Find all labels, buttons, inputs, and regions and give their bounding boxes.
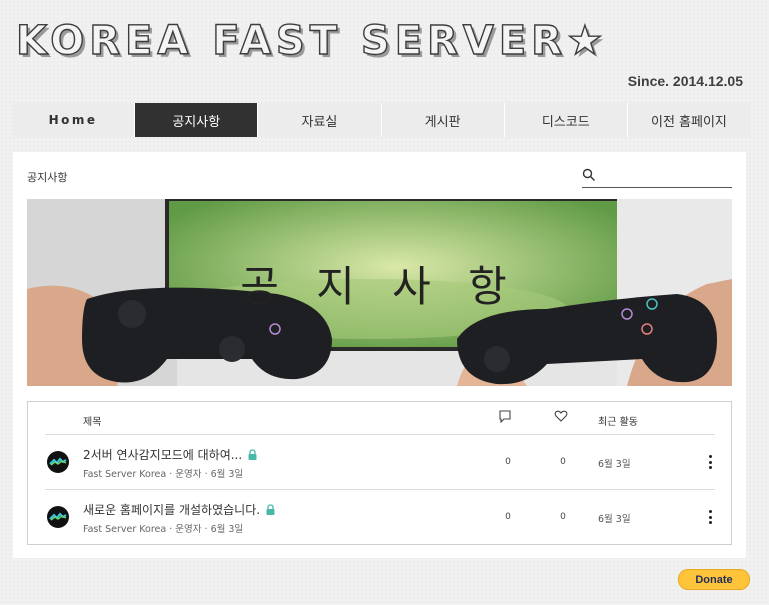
comment-icon [499, 410, 511, 423]
lock-icon [248, 449, 257, 460]
banner-image: 공 지 사 항 [27, 199, 732, 386]
site-title: KOREA FAST SERVER★ [15, 17, 608, 64]
more-options-icon[interactable] [705, 455, 715, 469]
last-activity: 6월 3일 [598, 459, 631, 470]
nav-home[interactable]: Home [12, 103, 136, 137]
post-author[interactable]: Fast Server Korea [83, 469, 166, 480]
lock-icon [266, 504, 275, 515]
comment-count: 0 [505, 457, 511, 467]
post-meta: Fast Server Korea · 운영자 · 6월 3일 [83, 524, 244, 535]
heart-icon [554, 410, 568, 422]
nav-notice[interactable]: 공지사항 [135, 103, 259, 137]
post-role: 운영자 [175, 524, 202, 535]
search-input[interactable] [602, 165, 734, 187]
nav-board[interactable]: 게시판 [382, 103, 505, 137]
donate-button[interactable]: Donate [678, 569, 750, 590]
post-title[interactable]: 새로운 홈페이지를 개설하였습니다. [83, 501, 275, 518]
banner-title: 공 지 사 항 [240, 262, 519, 311]
post-meta: Fast Server Korea · 운영자 · 6월 3일 [83, 469, 244, 480]
post-role: 운영자 [175, 469, 202, 480]
like-count: 0 [560, 457, 566, 467]
comment-count: 0 [505, 512, 511, 522]
breadcrumb[interactable]: 공지사항 [27, 169, 67, 185]
table-row[interactable]: 2서버 연사감지모드에 대하여... Fast Server Korea · 운… [45, 434, 715, 489]
like-count: 0 [560, 512, 566, 522]
post-author[interactable]: Fast Server Korea [83, 524, 166, 535]
post-title[interactable]: 2서버 연사감지모드에 대하여... [83, 446, 257, 463]
content-panel: 공지사항 공 지 사 항 제목 최근 활동 2서버 연사감지모드에 대하여...… [13, 152, 746, 558]
post-date: 6월 3일 [210, 524, 244, 535]
last-activity: 6월 3일 [598, 514, 631, 525]
posts-table: 제목 최근 활동 2서버 연사감지모드에 대하여... Fast Server … [27, 401, 732, 545]
since-date: Since. 2014.12.05 [627, 73, 743, 89]
column-activity: 최근 활동 [598, 417, 638, 428]
search-icon[interactable] [582, 168, 596, 182]
column-title: 제목 [83, 417, 102, 428]
nav-old-homepage[interactable]: 이전 홈페이지 [628, 103, 750, 137]
avatar [47, 506, 69, 528]
post-title-text[interactable]: 새로운 홈페이지를 개설하였습니다. [83, 501, 260, 518]
avatar [47, 451, 69, 473]
nav-discord[interactable]: 디스코드 [505, 103, 628, 137]
post-date: 6월 3일 [210, 469, 244, 480]
post-title-text[interactable]: 2서버 연사감지모드에 대하여... [83, 446, 242, 463]
more-options-icon[interactable] [705, 510, 715, 524]
table-row[interactable]: 새로운 홈페이지를 개설하였습니다. Fast Server Korea · 운… [45, 489, 715, 544]
main-nav: Home 공지사항 자료실 게시판 디스코드 이전 홈페이지 [12, 103, 750, 137]
search-box [582, 165, 734, 188]
nav-archive[interactable]: 자료실 [258, 103, 382, 137]
